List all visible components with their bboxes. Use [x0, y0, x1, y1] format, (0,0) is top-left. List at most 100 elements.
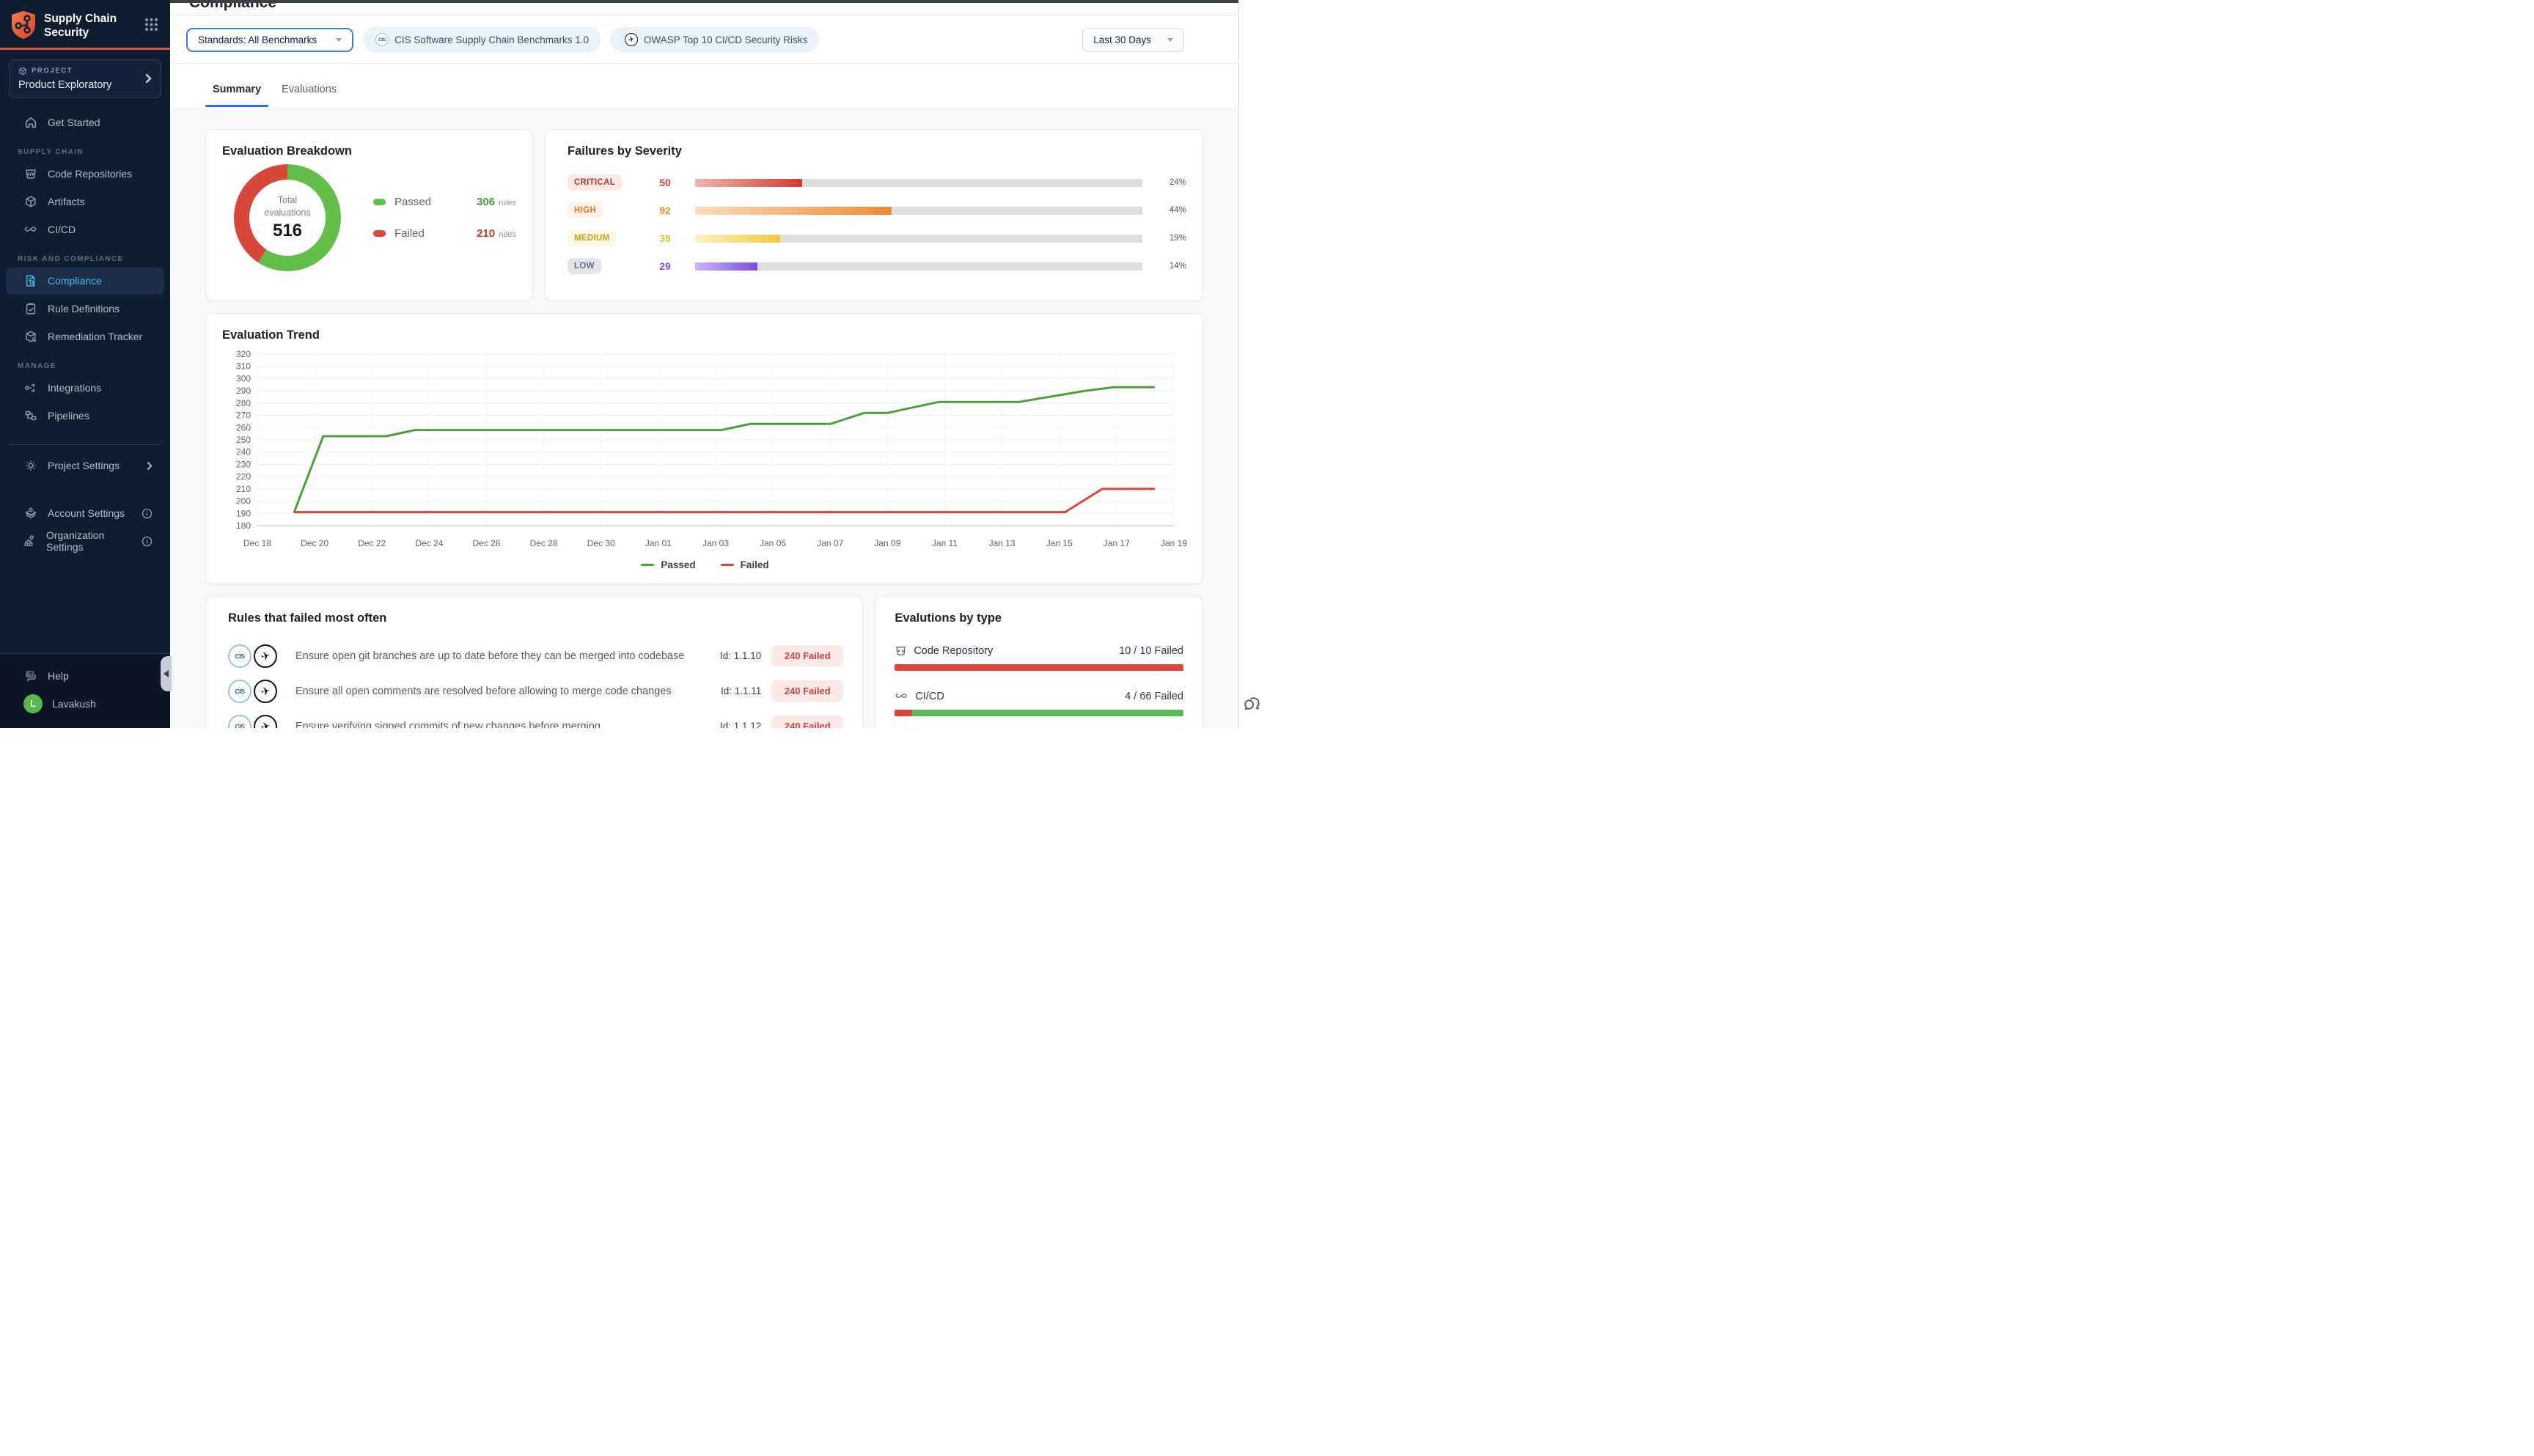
brand: Supply Chain Security — [0, 0, 170, 48]
sidebar-item-label: Account Settings — [48, 507, 125, 519]
svg-text:Dec 20: Dec 20 — [301, 538, 328, 548]
section-label-manage: MANAGE — [18, 362, 153, 370]
info-icon[interactable] — [142, 508, 153, 519]
failures-by-severity-card: Failures by Severity CRITICAL 50 24% HIG… — [545, 129, 1203, 301]
svg-text:Jan 15: Jan 15 — [1046, 538, 1073, 548]
rule-id: Id: 1.1.11 — [698, 685, 761, 696]
severity-bar-track — [695, 235, 1142, 243]
rule-text: Ensure open git branches are up to date … — [295, 650, 688, 662]
severity-row-critical: CRITICAL 50 24% — [568, 169, 1186, 196]
page-title: Compliance — [189, 3, 276, 12]
rule-row[interactable]: CIS ✈ Ensure all open comments are resol… — [228, 677, 843, 705]
sidebar-item-rule-definitions[interactable]: Rule Definitions — [6, 295, 164, 323]
standards-filter-select[interactable]: Standards: All Benchmarks — [186, 28, 353, 52]
severity-percent: 14% — [1150, 262, 1186, 271]
chip-label: OWASP Top 10 CI/CD Security Risks — [644, 34, 807, 45]
benchmark-chip-owasp[interactable]: ✈ OWASP Top 10 CI/CD Security Risks — [611, 27, 819, 52]
benchmark-chip-cis[interactable]: CIS CIS Software Supply Chain Benchmarks… — [364, 27, 601, 52]
owasp-logo-icon: ✈ — [625, 33, 638, 46]
tab-summary[interactable]: Summary — [205, 84, 268, 107]
tab-bar: Summary Evaluations — [170, 64, 1238, 107]
type-result-bar — [895, 664, 1183, 671]
sidebar-item-organization-settings[interactable]: Organization Settings — [6, 528, 164, 555]
rules-list: CIS ✈ Ensure open git branches are up to… — [228, 641, 843, 728]
svg-text:260: 260 — [236, 422, 251, 433]
code-repository-icon — [895, 644, 907, 657]
shield-logo-icon — [10, 10, 37, 40]
sidebar-item-account-settings[interactable]: Account Settings — [6, 500, 164, 527]
clipboard-check-icon — [23, 302, 38, 315]
owasp-logo-icon: ✈ — [254, 715, 277, 729]
sidebar-item-code-repositories[interactable]: Code Repositories — [6, 161, 164, 188]
type-status: 4 / 66 Failed — [1125, 691, 1183, 702]
help-chat-icon — [23, 669, 38, 683]
svg-text:180: 180 — [236, 521, 251, 531]
severity-count: 39 — [642, 232, 688, 244]
sidebar-item-integrations[interactable]: Integrations — [6, 375, 164, 402]
chat-support-icon[interactable] — [1242, 695, 1262, 715]
app-switcher-grid-icon[interactable] — [144, 18, 158, 32]
sidebar-item-help[interactable]: Help — [6, 662, 164, 689]
severity-badge: LOW — [568, 258, 601, 274]
sidebar-collapse-handle[interactable] — [161, 656, 172, 691]
sidebar-item-project-settings[interactable]: Project Settings — [6, 452, 164, 479]
org-chart-gear-icon — [23, 534, 37, 548]
rule-row[interactable]: CIS ✈ Ensure open git branches are up to… — [228, 641, 843, 670]
svg-text:310: 310 — [236, 361, 251, 372]
sidebar-item-label: Remediation Tracker — [48, 331, 142, 342]
severity-badge: CRITICAL — [568, 174, 622, 191]
legend-item-failed: Failed — [721, 559, 769, 570]
tab-evaluations[interactable]: Evaluations — [274, 84, 344, 107]
severity-bar-track — [695, 179, 1142, 187]
severity-bar-fill — [695, 207, 892, 215]
rule-standard-icons: CIS ✈ — [228, 715, 285, 729]
severity-badge: HIGH — [568, 202, 603, 218]
sidebar-item-get-started[interactable]: Get Started — [6, 109, 164, 136]
svg-text:230: 230 — [236, 459, 251, 469]
sidebar-item-artifacts[interactable]: Artifacts — [6, 188, 164, 216]
info-icon[interactable] — [142, 536, 153, 547]
sidebar-item-remediation-tracker[interactable]: Remediation Tracker — [6, 323, 164, 350]
donut-legend: Passed 306rules Failed 210rules — [373, 196, 516, 240]
project-name: Product Exploratory — [18, 79, 152, 91]
sidebar-item-pipelines[interactable]: Pipelines — [6, 402, 164, 430]
unit-label: rules — [499, 199, 516, 207]
project-selector[interactable]: PROJECT Product Exploratory — [9, 59, 161, 98]
sidebar-item-label: CI/CD — [48, 224, 76, 235]
sidebar-item-label: Get Started — [48, 117, 100, 128]
user-menu[interactable]: L Lavakush — [6, 690, 164, 717]
svg-text:300: 300 — [236, 373, 251, 383]
user-name: Lavakush — [52, 698, 96, 710]
svg-text:280: 280 — [236, 398, 251, 408]
type-label: Code Repository — [914, 645, 993, 657]
brand-accent-rule — [0, 48, 170, 50]
legend-label: Failed — [741, 559, 769, 570]
standards-filter-value: Standards: All Benchmarks — [198, 34, 317, 45]
passed-segment — [912, 710, 1183, 716]
date-range-select[interactable]: Last 30 Days — [1082, 28, 1184, 52]
trend-legend: Passed Failed — [222, 559, 1188, 570]
section-label-supply-chain: SUPPLY CHAIN — [18, 148, 153, 156]
code-repository-icon — [23, 167, 38, 180]
severity-bar-track — [695, 262, 1142, 271]
svg-text:Dec 26: Dec 26 — [472, 538, 500, 548]
svg-text:250: 250 — [236, 435, 251, 445]
sidebar: Supply Chain Security PROJECT Prod — [0, 0, 170, 728]
svg-text:Dec 28: Dec 28 — [530, 538, 558, 548]
pipelines-icon — [23, 409, 38, 422]
svg-text:Jan 13: Jan 13 — [989, 538, 1016, 548]
cis-logo-icon: CIS — [375, 33, 389, 46]
rule-text: Ensure all open comments are resolved be… — [295, 685, 688, 697]
sidebar-item-cicd[interactable]: CI/CD — [6, 216, 164, 243]
severity-bar-fill — [695, 235, 780, 243]
svg-text:Dec 24: Dec 24 — [415, 538, 443, 548]
legend-item-failed: Failed 210rules — [373, 227, 516, 240]
severity-percent: 44% — [1150, 206, 1186, 215]
legend-label: Passed — [394, 196, 431, 208]
rule-row[interactable]: CIS ✈ Ensure verifying signed commits of… — [228, 712, 843, 728]
sidebar-item-label: Code Repositories — [48, 168, 132, 180]
svg-text:Jan 09: Jan 09 — [874, 538, 900, 548]
sidebar-item-compliance[interactable]: Compliance — [6, 268, 164, 295]
severity-row-low: LOW 29 14% — [568, 252, 1186, 280]
sidebar-item-label: Organization Settings — [46, 529, 132, 553]
